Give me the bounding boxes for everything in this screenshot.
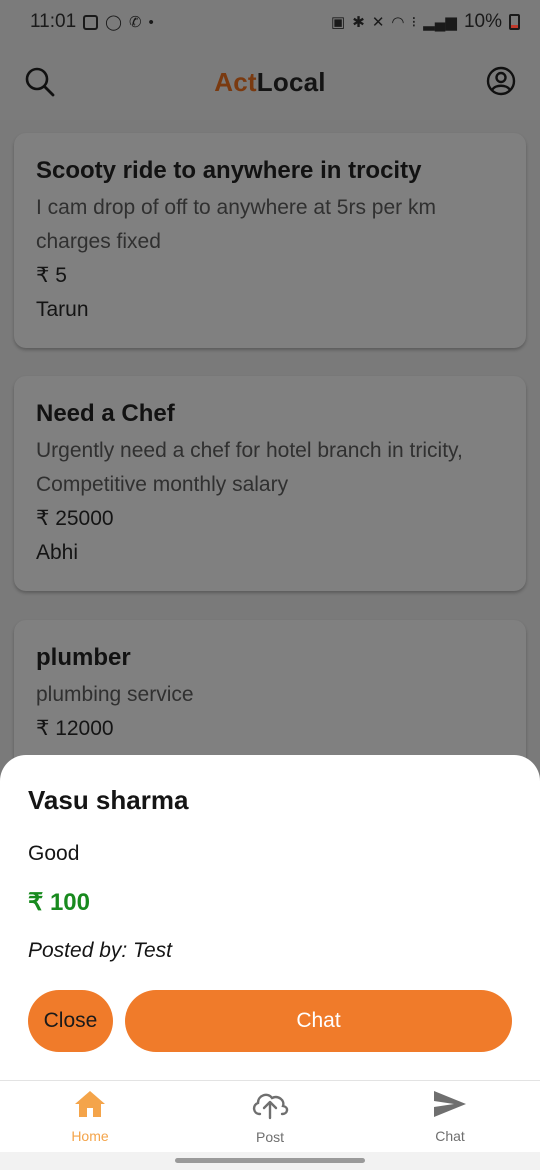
account-icon[interactable] [486,66,516,101]
listing-price: ₹ 25000 [36,507,114,530]
search-icon[interactable] [24,66,56,103]
listing-title: Need a Chef [36,400,175,427]
mute-icon: ✕ [371,13,385,31]
sheet-price: ₹ 100 [28,889,90,916]
volte-icon: ⁝ [411,13,417,31]
signal-icon: ▂▄▆ [423,13,457,31]
logo-act: Act [214,66,257,97]
battery-icon [509,14,520,30]
wifi-icon: ◠ [391,13,405,31]
whatsapp-icon: ◯ [105,13,122,31]
listing-price: ₹ 12000 [36,717,114,740]
listing-description: plumbing service [36,683,194,706]
upload-cloud-icon [249,1088,291,1125]
nav-post[interactable]: Post [180,1081,360,1152]
app-logo: ActLocal [214,67,325,98]
listing-title: plumber [36,644,131,671]
sheet-actions: Close Chat [28,990,512,1052]
logo-local: Local [256,66,326,97]
listing-card[interactable]: Need a Chef Urgently need a chef for hot… [14,376,526,591]
nav-post-label: Post [255,1129,284,1145]
nav-home[interactable]: Home [0,1081,180,1152]
home-icon [73,1089,107,1124]
listing-description: I cam drop of off to anywhere at 5rs per… [36,196,436,253]
gesture-area [0,1152,540,1170]
sheet-posted-by: Posted by: Test [28,939,172,962]
listing-title: Scooty ride to anywhere in trocity [36,157,422,184]
nav-home-label: Home [71,1128,109,1144]
listing-card[interactable]: Scooty ride to anywhere in trocity I cam… [14,133,526,348]
bluetooth-icon: ✱ [352,13,365,31]
sheet-title: Vasu sharma [28,785,189,815]
notification-dot: • [148,13,154,31]
battery-percent: 10% [463,11,502,32]
gallery-icon [83,14,99,30]
listing-author: Tarun [36,298,89,321]
status-bar: 11:01 ◯ ✆ • ▣ ✱ ✕ ◠ ⁝ ▂▄▆ 10% [0,0,540,44]
missed-call-icon: ✆ [128,13,142,31]
send-icon [432,1089,468,1124]
detail-bottom-sheet: Vasu sharma Good ₹ 100 Posted by: Test C… [0,755,540,1080]
lock-icon: ▣ [331,13,346,31]
listing-description: Urgently need a chef for hotel branch in… [36,439,463,496]
nav-chat[interactable]: Chat [360,1081,540,1152]
app-bar: ActLocal [0,44,540,120]
listing-price: ₹ 5 [36,264,67,287]
sheet-description: Good [28,842,80,865]
close-button[interactable]: Close [28,990,113,1052]
bottom-nav: Home Post Chat [0,1080,540,1152]
status-time: 11:01 [30,11,77,32]
gesture-handle[interactable] [175,1158,365,1163]
listing-author: Abhi [36,541,79,564]
chat-button[interactable]: Chat [125,990,512,1052]
nav-chat-label: Chat [435,1128,465,1144]
